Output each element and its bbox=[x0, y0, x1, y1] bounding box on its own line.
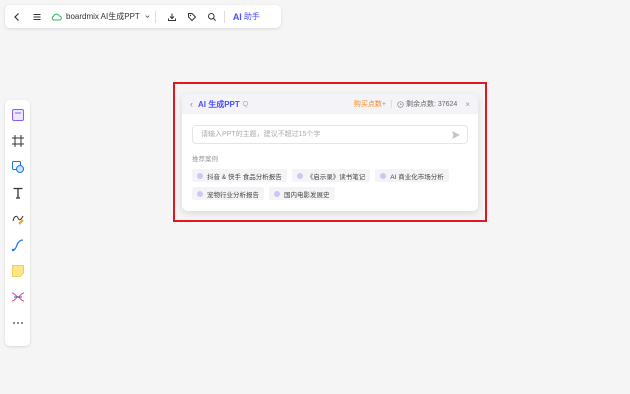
chevron-down-icon bbox=[145, 15, 150, 18]
topic-input-box bbox=[192, 125, 468, 144]
file-title-dropdown[interactable]: boardmix AI生成PPT bbox=[51, 11, 151, 22]
top-toolbar: boardmix AI生成PPT AI 助手 bbox=[5, 5, 281, 28]
download-button[interactable] bbox=[164, 9, 180, 25]
tag-button[interactable] bbox=[184, 9, 200, 25]
connector-icon bbox=[11, 239, 23, 252]
tool-frame[interactable] bbox=[9, 132, 27, 150]
ai-assistant-button[interactable]: AI 助手 bbox=[233, 11, 260, 22]
recommend-chip[interactable]: 《启示录》读书笔记 bbox=[291, 169, 371, 182]
plus-icon: + bbox=[381, 101, 386, 108]
toolbar-divider bbox=[223, 10, 225, 23]
remaining-points-text: 剩余点数: 37624 bbox=[405, 101, 458, 108]
chip-label: 国内电影发展史 bbox=[284, 191, 330, 199]
chip-dot-icon bbox=[380, 172, 387, 179]
sticky-note-icon bbox=[11, 265, 24, 277]
info-icon[interactable]: Q bbox=[243, 101, 248, 108]
topic-input[interactable] bbox=[199, 130, 451, 139]
close-button[interactable]: × bbox=[465, 100, 470, 109]
shape-icon bbox=[11, 161, 24, 173]
chip-dot-icon bbox=[197, 190, 203, 197]
tool-shape[interactable] bbox=[9, 158, 27, 176]
frame-icon bbox=[11, 135, 24, 147]
sticky-template-icon bbox=[11, 109, 24, 121]
text-icon bbox=[13, 187, 22, 199]
tool-mindmap[interactable] bbox=[9, 288, 27, 306]
tag-icon bbox=[187, 12, 197, 21]
search-icon bbox=[207, 12, 216, 21]
tool-pen[interactable] bbox=[9, 210, 27, 228]
header-divider bbox=[390, 100, 392, 108]
recommend-label: 推荐案例 bbox=[192, 156, 218, 163]
send-icon[interactable] bbox=[451, 130, 461, 140]
menu-icon bbox=[33, 13, 41, 20]
cloud-icon bbox=[51, 13, 62, 20]
menu-button[interactable] bbox=[29, 9, 45, 25]
chevron-left-icon bbox=[14, 12, 19, 21]
back-button[interactable] bbox=[9, 9, 25, 25]
recommend-chips: 抖音 & 快手 食品分析报告 《启示录》读书笔记 AI 商业化市场分析 宠物行业… bbox=[192, 169, 472, 200]
ai-ppt-dialog: ‹ AI 生成PPT Q 购买点数+ 剩余点数: 37624 × 推荐案例 抖音… bbox=[182, 94, 478, 211]
points-icon bbox=[397, 100, 404, 108]
dialog-header: ‹ AI 生成PPT Q 购买点数+ 剩余点数: 37624 × bbox=[182, 94, 478, 114]
chip-label: AI 商业化市场分析 bbox=[390, 173, 444, 181]
left-toolbar bbox=[5, 100, 30, 346]
tool-template[interactable] bbox=[9, 106, 27, 124]
dialog-back-button[interactable]: ‹ bbox=[190, 99, 193, 109]
ai-assistant-label: 助手 bbox=[243, 12, 260, 21]
chip-dot-icon bbox=[274, 190, 280, 197]
chip-label: 《启示录》读书笔记 bbox=[306, 173, 366, 181]
recommend-chip[interactable]: 抖音 & 快手 食品分析报告 bbox=[192, 169, 287, 182]
recommend-chip[interactable]: 宠物行业分析报告 bbox=[192, 187, 264, 200]
mindmap-icon bbox=[11, 292, 24, 302]
more-icon bbox=[12, 322, 23, 324]
tool-more[interactable] bbox=[9, 314, 27, 332]
remaining-points: 剩余点数: 37624 bbox=[397, 99, 457, 109]
chip-label: 抖音 & 快手 食品分析报告 bbox=[207, 173, 282, 181]
tool-connector[interactable] bbox=[9, 236, 27, 254]
recommend-chip[interactable]: AI 商业化市场分析 bbox=[375, 169, 449, 182]
file-name: boardmix AI生成PPT bbox=[66, 12, 140, 21]
tool-text[interactable] bbox=[9, 184, 27, 202]
chip-label: 宠物行业分析报告 bbox=[207, 191, 259, 199]
search-button[interactable] bbox=[204, 9, 220, 25]
dialog-title: AI 生成PPT bbox=[198, 99, 240, 109]
buy-points-label: 购买点数 bbox=[353, 101, 382, 108]
chip-dot-icon bbox=[296, 172, 303, 179]
pen-icon bbox=[12, 215, 24, 225]
buy-points-button[interactable]: 购买点数+ bbox=[354, 99, 386, 109]
header-right: 购买点数+ 剩余点数: 37624 × bbox=[354, 99, 470, 109]
tool-sticky-note[interactable] bbox=[9, 262, 27, 280]
download-icon bbox=[167, 13, 176, 21]
ai-logo: AI bbox=[232, 11, 242, 22]
recommend-chip[interactable]: 国内电影发展史 bbox=[269, 187, 335, 200]
toolbar-divider bbox=[154, 10, 156, 23]
chip-dot-icon bbox=[197, 172, 203, 179]
